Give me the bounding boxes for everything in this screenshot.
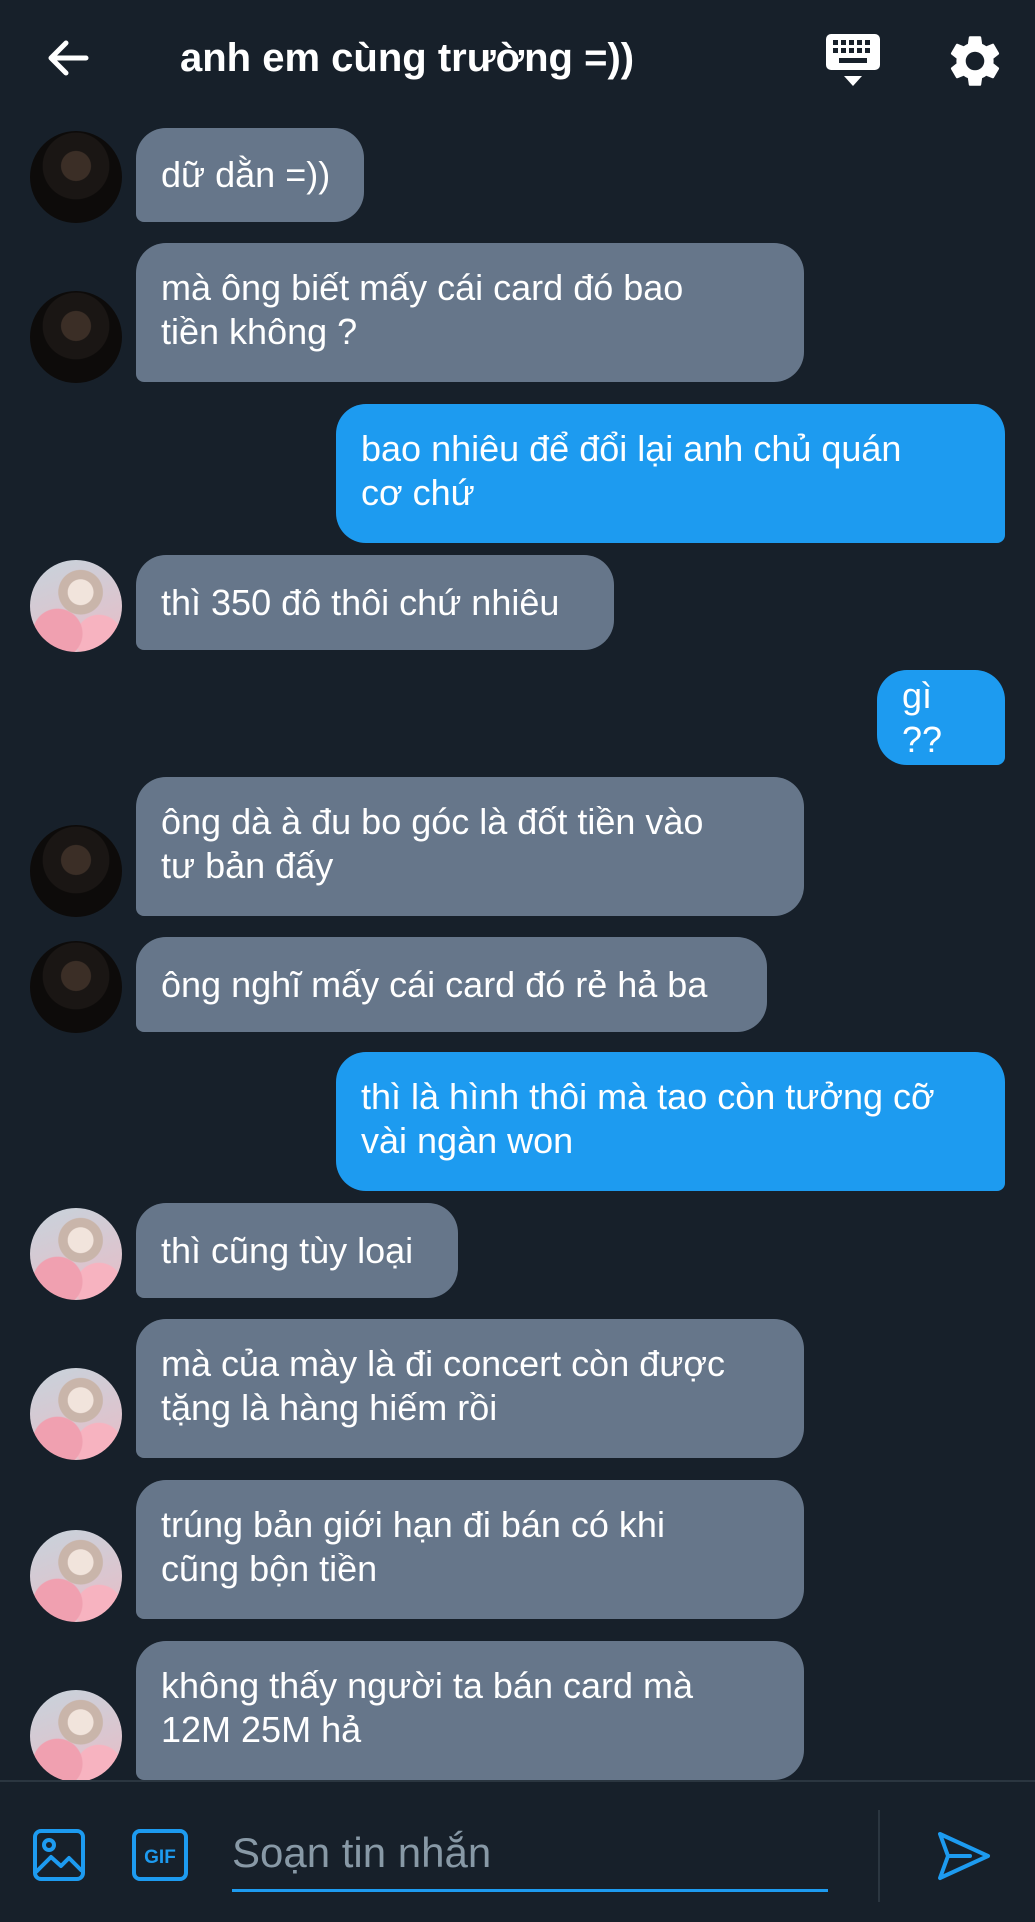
message-text: trúng bản giới hạn đi bán có khi (161, 1504, 665, 1545)
message-text: vài ngàn won (361, 1120, 574, 1161)
avatar[interactable] (30, 131, 122, 223)
send-icon (938, 1832, 990, 1880)
message-bubble-outgoing[interactable]: gì ?? (877, 670, 1005, 765)
message-text: bao nhiêu để đổi lại anh chủ quán (361, 428, 902, 469)
message-bubble-incoming[interactable]: ông dà à đu bo góc là đốt tiền vào tư bả… (136, 777, 804, 916)
avatar[interactable] (30, 291, 122, 383)
avatar[interactable] (30, 560, 122, 652)
message-text: mà ông biết mấy cái card đó bao (161, 267, 684, 308)
conversation-title: anh em cùng trường =)) (180, 36, 635, 80)
add-media-button[interactable] (32, 1828, 86, 1882)
message-text: thì cũng tùy loại (161, 1229, 414, 1271)
gif-button[interactable]: GIF (131, 1828, 189, 1882)
message-text: thì 350 đô thôi chứ nhiêu (161, 581, 560, 623)
gif-icon: GIF (132, 1829, 188, 1881)
message-bubble-incoming[interactable]: mà của mày là đi concert còn được tặng l… (136, 1319, 804, 1458)
message-bubble-outgoing[interactable]: thì là hình thôi mà tao còn tưởng cỡ vài… (336, 1052, 1005, 1191)
message-text: ông nghĩ mấy cái card đó rẻ hả ba (161, 963, 708, 1005)
message-bubble-incoming[interactable]: thì 350 đô thôi chứ nhiêu (136, 555, 614, 650)
message-bubble-incoming[interactable]: trúng bản giới hạn đi bán có khi cũng bộ… (136, 1480, 804, 1619)
back-arrow-icon (48, 40, 89, 76)
message-bubble-incoming[interactable]: không thấy người ta bán card mà 12M 25M … (136, 1641, 804, 1780)
back-button[interactable] (40, 30, 96, 86)
chat-header: anh em cùng trường =)) (0, 0, 1035, 118)
avatar[interactable] (30, 1368, 122, 1460)
message-bubble-incoming[interactable]: mà ông biết mấy cái card đó bao tiền khô… (136, 243, 804, 382)
message-text: không thấy người ta bán card mà (161, 1665, 694, 1706)
message-text: dữ dằn =)) (161, 154, 331, 195)
gear-icon (950, 36, 1000, 86)
settings-button[interactable] (944, 30, 1006, 92)
message-text: ông dà à đu bo góc là đốt tiền vào (161, 801, 704, 842)
message-bubble-incoming[interactable]: thì cũng tùy loại (136, 1203, 458, 1298)
avatar[interactable] (30, 941, 122, 1033)
message-text: 12M 25M hả (161, 1709, 362, 1750)
message-text: gì ?? (902, 674, 943, 760)
message-text: cũng bộn tiền (161, 1548, 378, 1589)
avatar[interactable] (30, 825, 122, 917)
message-bubble-incoming[interactable]: ông nghĩ mấy cái card đó rẻ hả ba (136, 937, 767, 1032)
message-text: mà của mày là đi concert còn được (161, 1343, 725, 1384)
keyboard-icon (826, 34, 880, 86)
avatar[interactable] (30, 1208, 122, 1300)
message-text: thì là hình thôi mà tao còn tưởng cỡ (361, 1076, 935, 1117)
keyboard-button[interactable] (822, 30, 884, 90)
avatar[interactable] (30, 1530, 122, 1622)
message-composer: GIF (0, 1780, 1035, 1922)
send-button[interactable] (934, 1826, 994, 1886)
message-text: tư bản đấy (161, 845, 334, 886)
gif-label: GIF (144, 1847, 176, 1868)
image-icon (33, 1829, 85, 1881)
message-text: tặng là hàng hiếm rồi (161, 1387, 498, 1428)
message-bubble-outgoing[interactable]: bao nhiêu để đổi lại anh chủ quán cơ chứ (336, 404, 1005, 543)
message-text: tiền không ? (161, 311, 358, 352)
message-input[interactable] (232, 1816, 828, 1892)
avatar[interactable] (30, 1690, 122, 1782)
divider (878, 1810, 880, 1902)
message-text: cơ chứ (361, 472, 475, 513)
message-bubble-incoming[interactable]: dữ dằn =)) (136, 128, 364, 222)
